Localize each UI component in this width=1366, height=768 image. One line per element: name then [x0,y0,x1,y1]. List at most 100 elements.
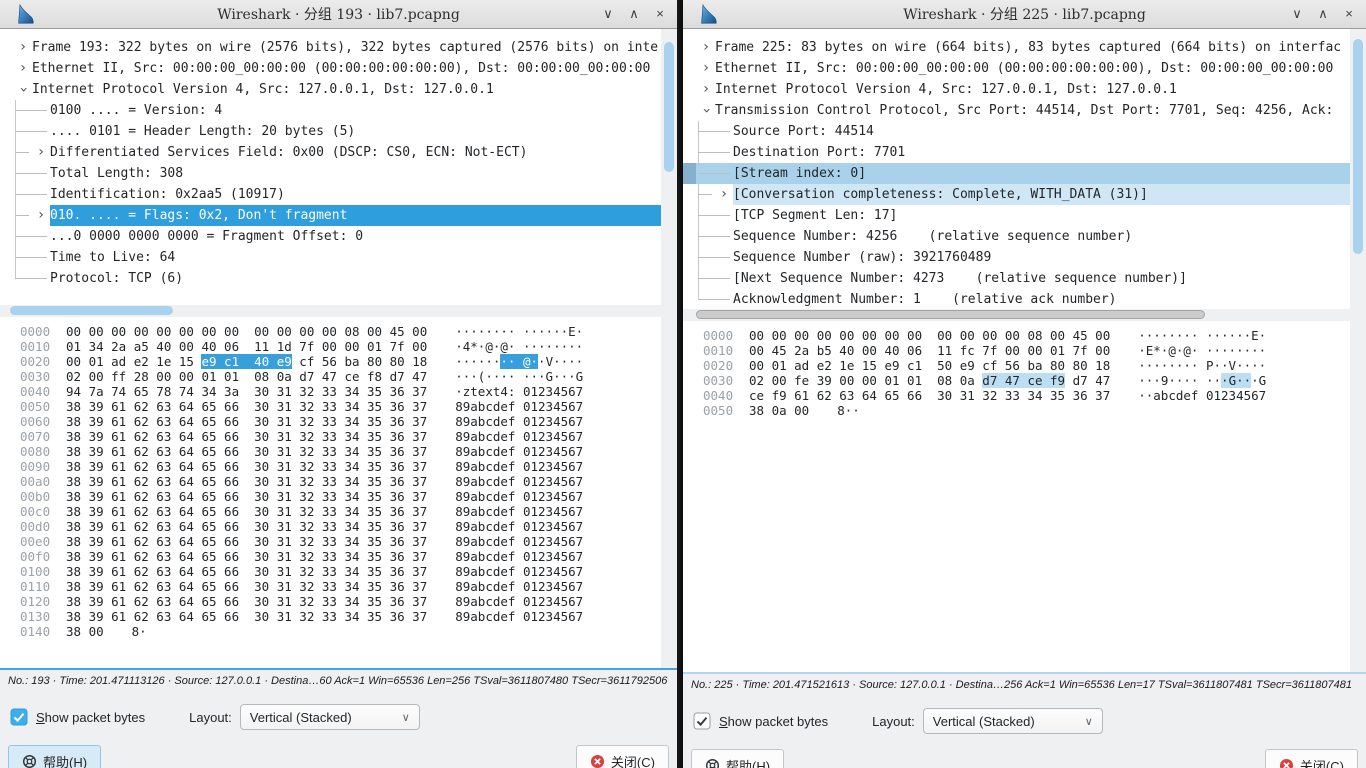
scrollbar-thumb[interactable] [664,42,674,172]
tree-row[interactable]: [Stream index: 0] [683,163,1350,184]
tree-horizontal-scrollbar[interactable] [683,309,1366,321]
tree-row[interactable]: Sequence Number (raw): 3921760489 [683,247,1350,268]
layout-select[interactable]: Vertical (Stacked) ∨ [923,708,1103,734]
show-packet-bytes-label[interactable]: Show packet bytes [36,710,145,725]
tree-row[interactable]: ›Frame 193: 322 bytes on wire (2576 bits… [0,37,661,58]
show-packet-bytes-checkbox[interactable] [693,712,711,730]
hex-vertical-scrollbar[interactable] [661,317,677,668]
tree-row[interactable]: Time to Live: 64 [0,247,661,268]
hex-offset: 0140 [20,624,56,639]
hex-row[interactable]: 00e038 39 61 62 63 64 65 66 30 31 32 33 … [20,534,661,549]
close-red-icon [590,754,605,768]
hex-row[interactable]: 014038 008· [20,624,661,639]
tree-row[interactable]: [Next Sequence Number: 4273 (relative se… [683,268,1350,289]
expand-icon[interactable]: › [697,37,715,58]
hex-row[interactable]: 000000 00 00 00 00 00 00 00 00 00 00 00 … [20,324,661,339]
unshade-icon[interactable]: ∧ [627,1,641,27]
packet-summary-line: No.: 225 · Time: 201.471521613 · Source:… [683,674,1366,703]
tree-indent [683,58,697,79]
tree-row[interactable]: Acknowledgment Number: 1 (relative ack n… [683,289,1350,309]
tree-row[interactable]: Total Length: 308 [0,163,661,184]
titlebar[interactable]: Wireshark · 分组 225 · lib7.pcapng ∨ ∧ × [683,0,1366,29]
layout-selected-value: Vertical (Stacked) [933,714,1035,729]
tree-row[interactable]: ›Differentiated Services Field: 0x00 (DS… [0,142,661,163]
hex-row[interactable]: 011038 39 61 62 63 64 65 66 30 31 32 33 … [20,579,661,594]
hex-row[interactable]: 006038 39 61 62 63 64 65 66 30 31 32 33 … [20,414,661,429]
close-button[interactable]: 关闭(C) [576,745,669,768]
tree-horizontal-scrollbar[interactable] [0,305,677,317]
tree-label: [TCP Segment Len: 17] [733,205,1350,226]
expand-icon[interactable]: › [14,37,32,58]
hex-vertical-scrollbar[interactable] [1350,321,1366,672]
tree-row[interactable]: ›Ethernet II, Src: 00:00:00_00:00:00 (00… [0,58,661,79]
expand-icon[interactable]: › [697,58,715,79]
tree-row[interactable]: ...0 0000 0000 0000 = Fragment Offset: 0 [0,226,661,247]
expand-icon[interactable]: › [715,184,733,205]
hex-row[interactable]: 003002 00 ff 28 00 00 01 01 08 0a d7 47 … [20,369,661,384]
hex-row[interactable]: 010038 39 61 62 63 64 65 66 30 31 32 33 … [20,564,661,579]
shade-icon[interactable]: ∨ [601,1,615,27]
help-button[interactable]: 帮助(H) [691,749,784,768]
tree-indent [683,37,697,58]
tree-vertical-scrollbar[interactable] [661,29,677,305]
tree-row[interactable]: Protocol: TCP (6) [0,268,661,289]
scrollbar-thumb[interactable] [1353,39,1363,254]
tree-row[interactable]: ›Transmission Control Protocol, Src Port… [683,100,1350,121]
hex-row[interactable]: 000000 00 00 00 00 00 00 00 00 00 00 00 … [703,328,1350,343]
expand-icon[interactable]: › [14,58,32,79]
hex-offset: 00d0 [20,519,56,534]
unshade-icon[interactable]: ∧ [1316,1,1330,27]
tree-row[interactable]: Source Port: 44514 [683,121,1350,142]
tree-row[interactable]: ›Ethernet II, Src: 00:00:00_00:00:00 (00… [683,58,1350,79]
tree-row[interactable]: ›Frame 225: 83 bytes on wire (664 bits),… [683,37,1350,58]
scrollbar-thumb[interactable] [10,306,173,315]
tree-row[interactable]: ›Internet Protocol Version 4, Src: 127.0… [0,79,661,100]
tree-row[interactable]: ›[Conversation completeness: Complete, W… [683,184,1350,205]
collapse-icon[interactable]: › [13,81,34,99]
hex-row[interactable]: 00d038 39 61 62 63 64 65 66 30 31 32 33 … [20,519,661,534]
highlighted-bytes: ·G·· [1221,373,1251,388]
tree-row[interactable]: ›Internet Protocol Version 4, Src: 127.0… [683,79,1350,100]
expand-icon[interactable]: › [697,79,715,100]
hex-row[interactable]: 00f038 39 61 62 63 64 65 66 30 31 32 33 … [20,549,661,564]
hex-row[interactable]: 0040ce f9 61 62 63 64 65 66 30 31 32 33 … [703,388,1350,403]
shade-icon[interactable]: ∨ [1290,1,1304,27]
tree-row[interactable]: .... 0101 = Header Length: 20 bytes (5) [0,121,661,142]
tree-row[interactable]: ›010. .... = Flags: 0x2, Don't fragment [0,205,661,226]
hex-row[interactable]: 002000 01 ad e2 1e 15 e9 c1 50 e9 cf 56 … [703,358,1350,373]
ascii-bytes: 89abcdef 01234567 [455,489,583,504]
hex-row[interactable]: 013038 39 61 62 63 64 65 66 30 31 32 33 … [20,609,661,624]
tree-row[interactable]: [TCP Segment Len: 17] [683,205,1350,226]
expand-icon[interactable]: › [32,205,50,226]
expand-icon[interactable]: › [32,142,50,163]
hex-row[interactable]: 008038 39 61 62 63 64 65 66 30 31 32 33 … [20,444,661,459]
hex-row[interactable]: 012038 39 61 62 63 64 65 66 30 31 32 33 … [20,594,661,609]
scrollbar-thumb[interactable] [696,310,1205,319]
tree-row[interactable]: Destination Port: 7701 [683,142,1350,163]
show-packet-bytes-checkbox[interactable] [10,708,28,726]
hex-row[interactable]: 002000 01 ad e2 1e 15 e9 c1 40 e9 cf 56 … [20,354,661,369]
hex-row[interactable]: 00c038 39 61 62 63 64 65 66 30 31 32 33 … [20,504,661,519]
tree-row[interactable]: Sequence Number: 4256 (relative sequence… [683,226,1350,247]
hex-row[interactable]: 003002 00 fe 39 00 00 01 01 08 0a d7 47 … [703,373,1350,388]
hex-row[interactable]: 005038 0a 008·· [703,403,1350,418]
titlebar[interactable]: Wireshark · 分组 193 · lib7.pcapng ∨ ∧ × [0,0,677,29]
tree-row[interactable]: Identification: 0x2aa5 (10917) [0,184,661,205]
hex-row[interactable]: 001001 34 2a a5 40 00 40 06 11 1d 7f 00 … [20,339,661,354]
tree-row[interactable]: 0100 .... = Version: 4 [0,100,661,121]
close-button[interactable]: 关闭(C) [1265,749,1358,768]
hex-row[interactable]: 00b038 39 61 62 63 64 65 66 30 31 32 33 … [20,489,661,504]
show-packet-bytes-label[interactable]: Show packet bytes [719,714,828,729]
layout-select[interactable]: Vertical (Stacked) ∨ [240,704,420,730]
hex-row[interactable]: 009038 39 61 62 63 64 65 66 30 31 32 33 … [20,459,661,474]
hex-row[interactable]: 005038 39 61 62 63 64 65 66 30 31 32 33 … [20,399,661,414]
help-button[interactable]: 帮助(H) [8,745,101,768]
close-window-icon[interactable]: × [653,1,667,27]
hex-row[interactable]: 001000 45 2a b5 40 00 40 06 11 fc 7f 00 … [703,343,1350,358]
close-window-icon[interactable]: × [1342,1,1356,27]
hex-row[interactable]: 007038 39 61 62 63 64 65 66 30 31 32 33 … [20,429,661,444]
tree-vertical-scrollbar[interactable] [1350,29,1366,309]
hex-row[interactable]: 004094 7a 74 65 78 74 34 3a 30 31 32 33 … [20,384,661,399]
collapse-icon[interactable]: › [696,102,717,120]
hex-row[interactable]: 00a038 39 61 62 63 64 65 66 30 31 32 33 … [20,474,661,489]
